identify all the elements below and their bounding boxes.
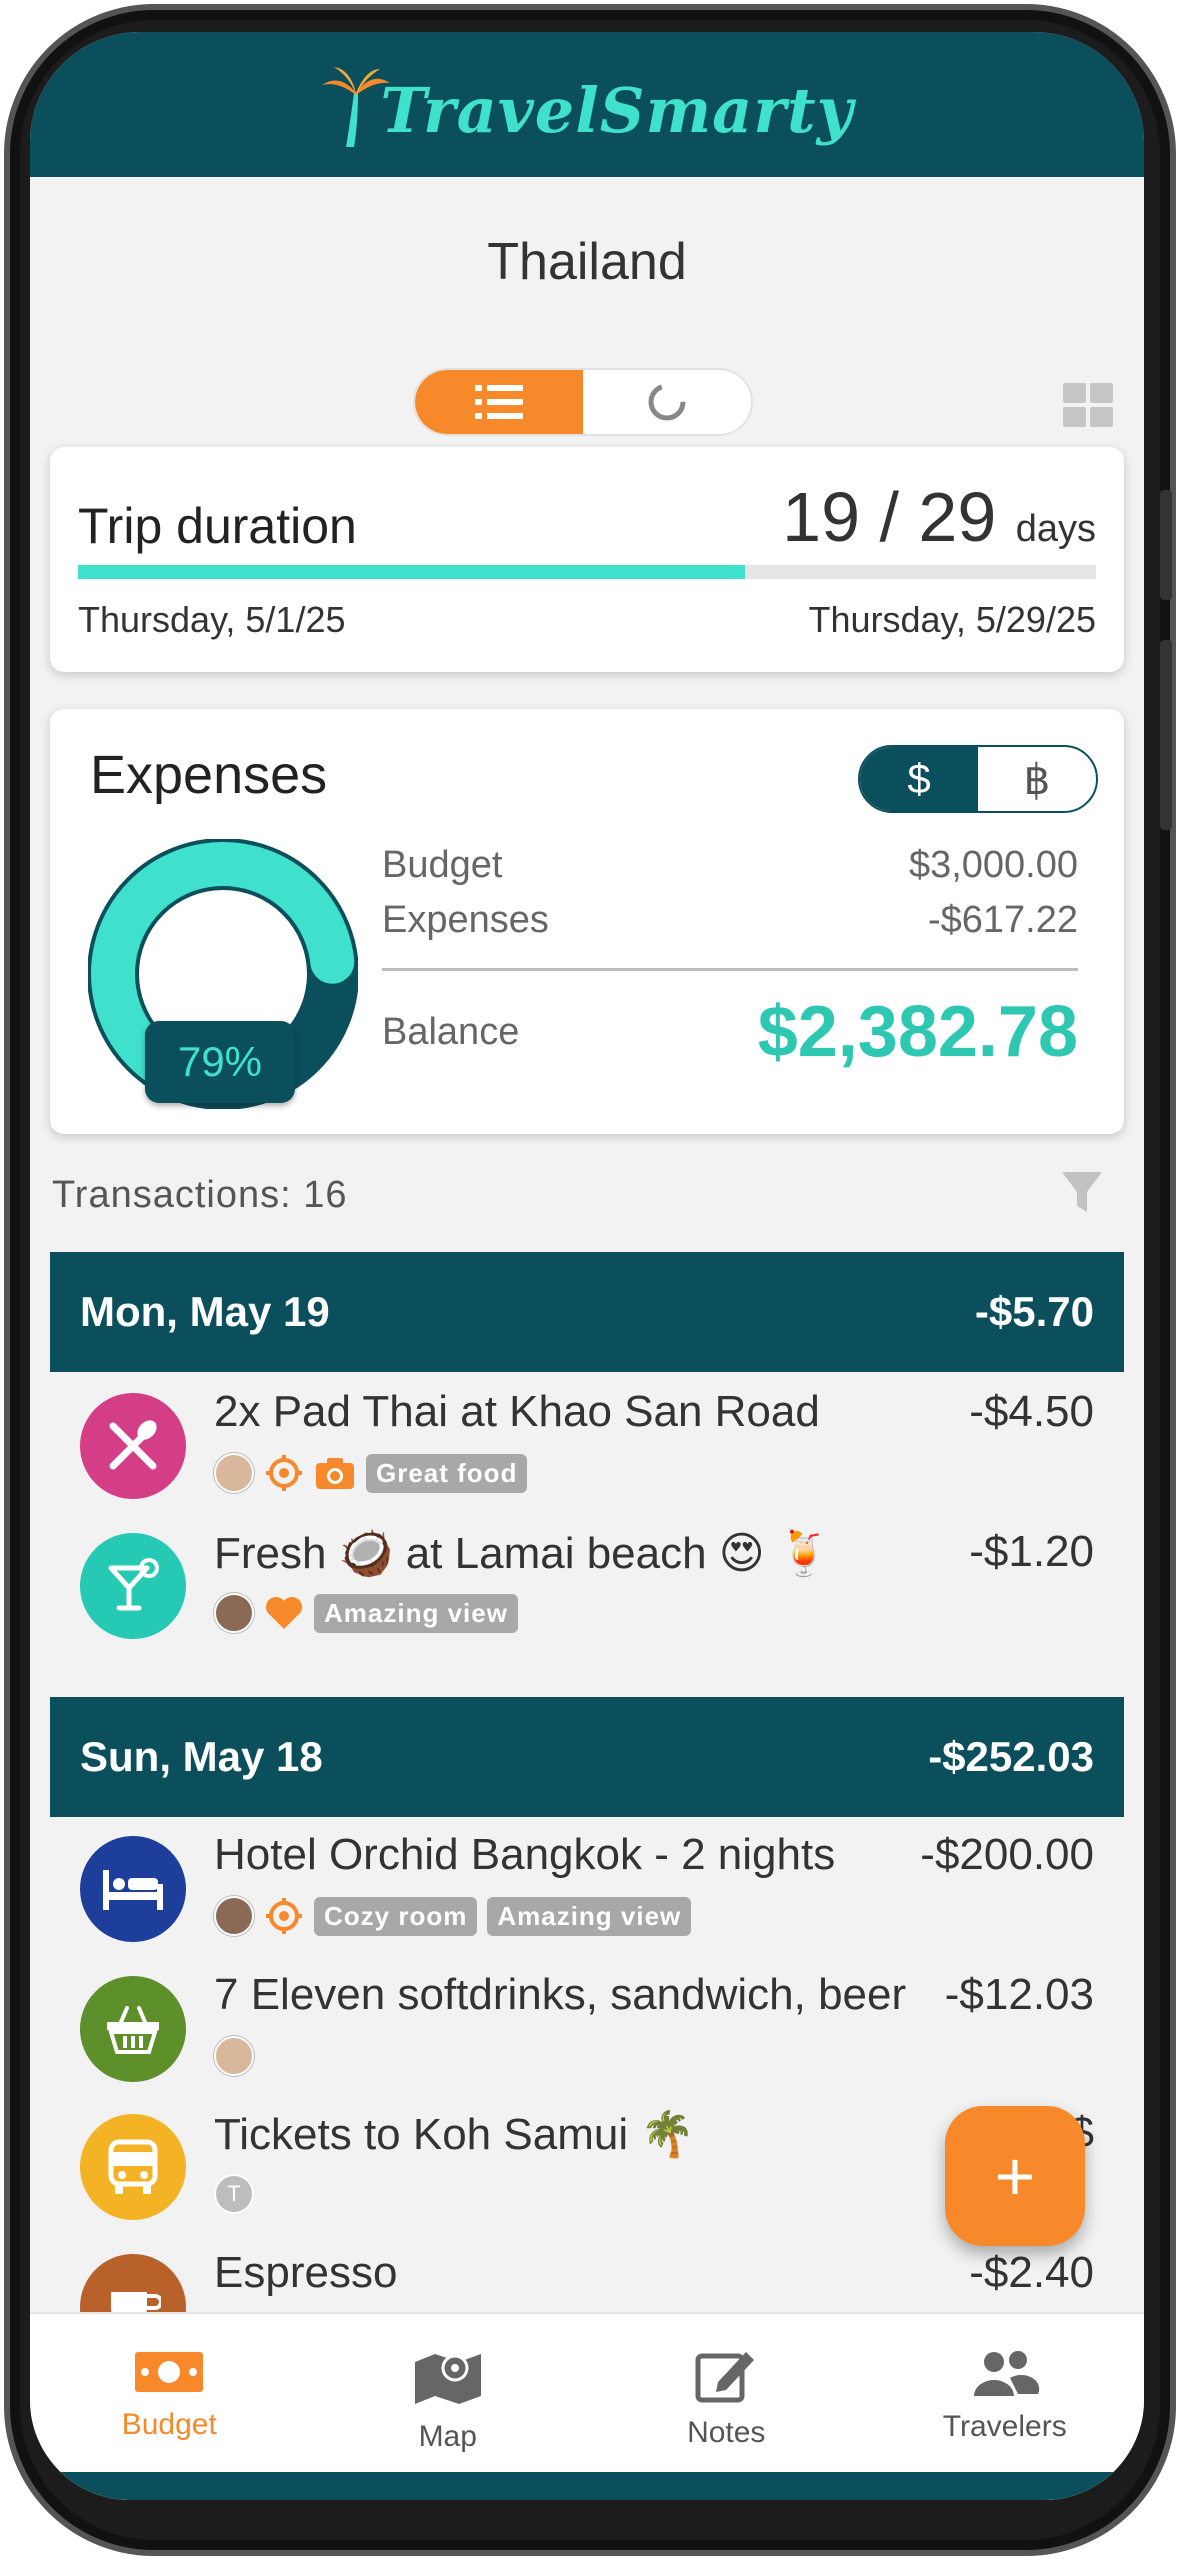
traveler-avatar [214, 1593, 254, 1633]
transaction-item[interactable]: Hotel Orchid Bangkok - 2 nights -$200.00… [50, 1820, 1124, 1960]
bus-icon [80, 2114, 186, 2220]
trip-separator: / [879, 478, 899, 556]
traveler-avatar [214, 2036, 254, 2076]
day-total: -$252.03 [928, 1733, 1094, 1780]
nav-label: Notes [687, 2416, 766, 2449]
transaction-name: 7 Eleven softdrinks, sandwich, beer [214, 1970, 907, 2019]
transaction-name: Espresso [214, 2248, 398, 2297]
basket-icon [80, 1976, 186, 2082]
nav-label: Budget [121, 2408, 217, 2441]
divider [382, 968, 1078, 971]
transaction-amount: -$12.03 [944, 1970, 1094, 2019]
list-icon [475, 385, 523, 419]
nav-label: Map [418, 2420, 477, 2453]
transaction-tags [214, 2036, 254, 2076]
app-name: TravelSmarty [380, 73, 854, 147]
map-icon [414, 2354, 481, 2404]
transaction-item[interactable]: 7 Eleven softdrinks, sandwich, beer -$12… [50, 1960, 1124, 2100]
heart-icon [266, 1597, 302, 1629]
transaction-name: Tickets to Koh Samui 🌴 [214, 2110, 696, 2159]
chart-view-button[interactable] [583, 370, 751, 434]
transaction-name: 2x Pad Thai at Khao San Road [214, 1387, 820, 1436]
money-icon [135, 2352, 204, 2392]
expenses-value: -$617.22 [927, 899, 1078, 941]
page-title: Thailand [487, 233, 687, 291]
camera-icon [316, 1458, 354, 1489]
currency-toggle[interactable]: $ ฿ [858, 745, 1098, 813]
transaction-amount: -$2.40 [969, 2248, 1094, 2297]
day-header[interactable]: Mon, May 19 -$5.70 [50, 1252, 1124, 1372]
day-header[interactable]: Sun, May 18 -$252.03 [50, 1697, 1124, 1817]
transaction-amount: -$4.50 [969, 1387, 1094, 1436]
bed-icon [80, 1836, 186, 1942]
transaction-tag: Amazing view [314, 1593, 518, 1633]
transaction-tag: Great food [366, 1453, 528, 1493]
transaction-tags: T [214, 2174, 254, 2214]
cocktail-icon [80, 1533, 186, 1639]
nav-label: Travelers [942, 2410, 1067, 2443]
trip-duration-card: Trip duration 19 / 29 days Thursday, 5/1… [50, 447, 1124, 672]
view-toggle[interactable] [413, 368, 753, 436]
filter-icon[interactable] [1060, 1170, 1104, 1216]
currency-usd-button[interactable]: $ [860, 747, 978, 811]
transaction-tag: Cozy room [314, 1896, 478, 1936]
expenses-card: Expenses $ ฿ 79% Budget $3,000.00 Expens… [50, 709, 1124, 1134]
budget-row: Budget $3,000.00 [382, 844, 1078, 887]
fork-spoon-icon [80, 1393, 186, 1499]
people-icon [973, 2351, 1039, 2396]
transaction-tags: Great food [214, 1453, 528, 1493]
trip-progress-fill [78, 565, 745, 579]
grid-view-icon[interactable] [1063, 383, 1113, 427]
currency-thb-button[interactable]: ฿ [978, 747, 1096, 811]
balance-value: $2,382.78 [757, 992, 1078, 1072]
trip-start-date: Thursday, 5/1/25 [78, 599, 346, 640]
app-logo: TravelSmarty [320, 63, 853, 147]
edit-note-icon [695, 2352, 755, 2403]
transaction-amount: -$200.00 [920, 1830, 1094, 1879]
transaction-item[interactable]: 2x Pad Thai at Khao San Road -$4.50 Grea… [50, 1377, 1124, 1517]
chart-icon [648, 383, 686, 421]
balance-label: Balance [382, 1010, 520, 1053]
budget-percent-badge: 79% [145, 1021, 295, 1103]
trip-current-day: 19 [782, 478, 861, 556]
transaction-name: Hotel Orchid Bangkok - 2 nights [214, 1830, 836, 1879]
coffee-icon [80, 2254, 186, 2312]
trip-unit: days [1015, 508, 1096, 550]
trip-total-days: 29 [918, 478, 997, 556]
transaction-tag: Amazing view [487, 1896, 692, 1936]
transaction-tags: Amazing view [214, 1593, 518, 1633]
app-screen: TravelSmarty Thailand Trip duration 19 /… [30, 32, 1144, 2500]
transactions-count: Transactions: 16 [52, 1174, 348, 1216]
transaction-name: Fresh 🥥 at Lamai beach 😍 🍹 [214, 1529, 832, 1578]
palm-tree-icon [322, 66, 391, 147]
traveler-avatar [214, 1896, 254, 1936]
day-total: -$5.70 [974, 1288, 1094, 1335]
expenses-label: Expenses [382, 899, 549, 941]
transaction-amount: -$1.20 [969, 1527, 1094, 1576]
trip-end-date: Thursday, 5/29/25 [808, 599, 1096, 640]
expenses-title: Expenses [90, 745, 328, 805]
add-transaction-button[interactable]: + [945, 2106, 1085, 2246]
traveler-avatar [214, 1453, 254, 1493]
balance-row: Balance $2,382.78 [382, 991, 1078, 1073]
location-icon [266, 1455, 302, 1491]
trip-duration-label: Trip duration [78, 498, 357, 554]
transaction-tags: Cozy room Amazing view [214, 1896, 692, 1936]
location-icon [266, 1898, 302, 1934]
bottom-strip [30, 2472, 1144, 2500]
trip-progress-bar [78, 565, 1096, 579]
day-date: Sun, May 18 [80, 1733, 323, 1780]
transaction-item[interactable]: Fresh 🥥 at Lamai beach 😍 🍹 -$1.20 Amazin… [50, 1517, 1124, 1657]
expenses-row: Expenses -$617.22 [382, 899, 1078, 942]
trip-day-count: 19 / 29 days [782, 477, 1096, 557]
traveler-avatar: T [214, 2174, 254, 2214]
day-date: Mon, May 19 [80, 1288, 330, 1335]
list-view-button[interactable] [415, 370, 583, 434]
transaction-item[interactable]: Espresso -$2.40 [50, 2238, 1124, 2312]
power-button [1160, 640, 1172, 830]
budget-label: Budget [382, 844, 503, 886]
budget-value: $3,000.00 [908, 844, 1078, 886]
volume-button [1160, 490, 1172, 600]
app-bar: TravelSmarty [30, 32, 1144, 177]
